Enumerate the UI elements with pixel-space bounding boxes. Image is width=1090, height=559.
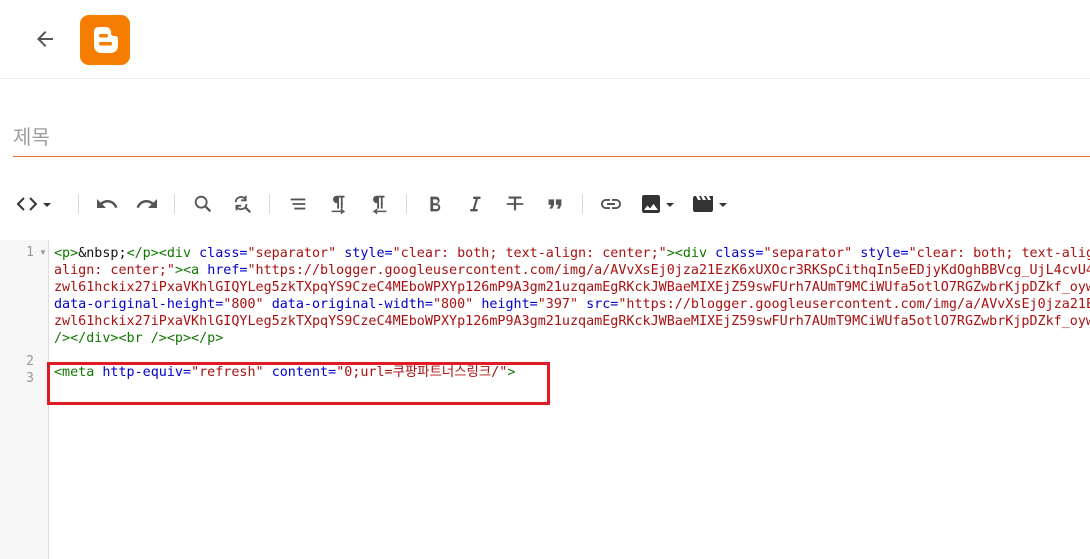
code-token: http-equiv=	[102, 365, 192, 380]
insert-video-icon	[693, 196, 727, 212]
format-align-button[interactable]	[285, 190, 311, 218]
paragraph-rtl-icon	[372, 195, 387, 215]
undo-button[interactable]	[94, 190, 120, 218]
code-line[interactable]: zwl61hckix27iPxaVKhlGIQYLeg5zkTXpqYS9Cze…	[54, 279, 1090, 296]
code-token: content=	[271, 365, 337, 380]
code-view-dropdown[interactable]	[14, 190, 56, 218]
top-bar	[0, 0, 1090, 79]
toolbar-divider	[269, 194, 270, 214]
code-content[interactable]: <p>&nbsp;</p><div class="separator" styl…	[54, 245, 1090, 381]
search-button[interactable]	[190, 190, 216, 218]
code-line[interactable]: align: center;"><a href="https://blogger…	[54, 262, 1090, 279]
italic-icon	[470, 196, 481, 212]
toolbar-divider	[174, 194, 175, 214]
code-line[interactable]: zwl61hckix27iPxaVKhlGIQYLeg5zkTXpqYS9Cze…	[54, 313, 1090, 330]
code-token: src=	[586, 297, 619, 312]
line-number: 2	[26, 354, 34, 369]
code-token: </p><div	[126, 246, 200, 261]
italic-button[interactable]	[462, 190, 488, 218]
toolbar-divider	[78, 194, 79, 214]
redo-icon	[136, 199, 157, 208]
code-token: "clear: both; text-align: center;"	[392, 246, 667, 261]
code-token: style=	[860, 246, 909, 261]
code-token: class=	[715, 246, 764, 261]
code-token: data-original-width=	[271, 297, 433, 312]
link-button[interactable]	[598, 190, 624, 218]
code-token: href=	[207, 263, 248, 278]
quote-icon	[548, 199, 562, 209]
code-token: "https://blogger.googleusercontent.com/i…	[618, 297, 1090, 312]
arrow-left-icon	[37, 31, 53, 47]
toolbar-divider	[406, 194, 407, 214]
code-token: height=	[481, 297, 538, 312]
toolbar-divider	[582, 194, 583, 214]
code-token: "https://blogger.googleusercontent.com/i…	[247, 263, 1090, 278]
code-token: style=	[344, 246, 393, 261]
paragraph-rtl-button[interactable]	[366, 190, 392, 218]
code-token: >	[507, 365, 516, 380]
format-align-icon	[290, 198, 306, 210]
link-icon	[601, 199, 621, 209]
code-line[interactable]: data-original-height="800" data-original…	[54, 296, 1090, 313]
paragraph-ltr-icon	[331, 195, 346, 215]
code-view-icon	[16, 197, 51, 211]
html-code-editor[interactable]: 1 ▼ 2 3 <p>&nbsp;</p><div class="separat…	[0, 240, 1090, 559]
post-title-input[interactable]	[13, 118, 1090, 157]
code-token: zwl61hckix27iPxaVKhlGIQYLeg5zkTXpqYS9Cze…	[54, 314, 1090, 329]
code-token: <meta	[54, 365, 103, 380]
code-token: "refresh"	[191, 365, 264, 380]
code-token: data-original-height=	[54, 297, 224, 312]
line-number: 1	[26, 245, 34, 260]
code-line[interactable]: <meta http-equiv="refresh" content="0;ur…	[54, 364, 1090, 381]
insert-image-icon	[642, 195, 674, 213]
replace-icon	[234, 195, 252, 214]
bold-icon	[430, 196, 441, 212]
editor-toolbar	[0, 186, 1090, 222]
code-token: "800"	[223, 297, 264, 312]
code-token: ><div	[666, 246, 716, 261]
code-token: align: center;"	[54, 263, 175, 278]
code-token: "separator"	[763, 246, 853, 261]
replace-button[interactable]	[229, 190, 255, 218]
back-button[interactable]	[30, 24, 60, 54]
quote-button[interactable]	[542, 190, 568, 218]
code-token: "separator"	[247, 246, 337, 261]
code-token: /></div><br /><p></p>	[54, 331, 224, 346]
code-token: "397"	[537, 297, 579, 312]
paragraph-ltr-button[interactable]	[326, 190, 352, 218]
insert-image-dropdown[interactable]	[638, 190, 678, 218]
code-token: class=	[199, 246, 248, 261]
code-token: &nbsp;	[78, 246, 127, 261]
code-token: "clear: both; text-align:	[908, 246, 1090, 261]
strikethrough-icon	[506, 196, 524, 211]
bold-button[interactable]	[422, 190, 448, 218]
blogger-logo-icon[interactable]	[80, 15, 130, 65]
code-token: zwl61hckix27iPxaVKhlGIQYLeg5zkTXpqYS9Cze…	[54, 280, 1090, 295]
undo-icon	[97, 199, 118, 208]
code-token: <p>	[54, 246, 79, 261]
code-token: "800"	[432, 297, 474, 312]
code-line[interactable]: /></div><br /><p></p>	[54, 330, 1090, 347]
code-token: ><a	[174, 263, 208, 278]
code-line[interactable]: <p>&nbsp;</p><div class="separator" styl…	[54, 245, 1090, 262]
line-number: 3	[26, 371, 34, 386]
search-icon	[194, 195, 212, 213]
code-token: "0;url=쿠팡파트너스링크/"	[336, 365, 508, 380]
strikethrough-button[interactable]	[502, 190, 528, 218]
code-line[interactable]	[54, 347, 1090, 364]
insert-video-dropdown[interactable]	[690, 190, 730, 218]
fold-arrow-icon[interactable]: ▼	[39, 245, 47, 261]
redo-button[interactable]	[134, 190, 160, 218]
line-number-gutter: 1 ▼ 2 3	[0, 240, 49, 559]
